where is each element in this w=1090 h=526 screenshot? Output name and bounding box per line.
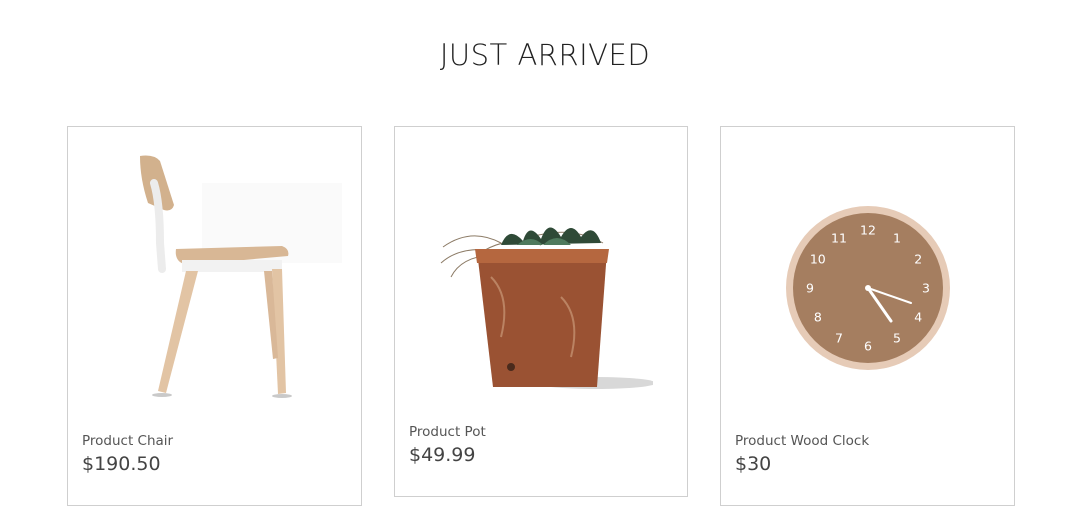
clock-numeral: 2 — [914, 252, 922, 267]
clock-numeral: 10 — [810, 252, 826, 267]
product-name[interactable]: Product Wood Clock — [735, 433, 869, 449]
product-name[interactable]: Product Pot — [409, 424, 486, 440]
clock-numeral: 5 — [893, 331, 901, 346]
product-card-wood-clock[interactable]: 12 1 2 3 4 5 6 7 8 9 10 11 Product Wood Clock $30 — [720, 126, 1015, 506]
section-title: JUST ARRIVED — [439, 38, 651, 72]
product-name[interactable]: Product Chair — [82, 433, 173, 449]
product-card-pot[interactable]: Product Pot $49.99 — [394, 126, 688, 497]
clock-numeral: 11 — [831, 230, 847, 245]
clock-numeral: 1 — [893, 230, 901, 245]
potted-plant-image[interactable] — [431, 207, 653, 397]
clock-numeral: 3 — [922, 281, 930, 296]
product-price: $49.99 — [409, 444, 476, 466]
product-price: $30 — [735, 453, 772, 475]
product-card-chair[interactable]: Product Chair $190.50 — [67, 126, 362, 506]
clock-numeral: 6 — [864, 339, 872, 354]
wood-clock-image[interactable]: 121234567891011 — [783, 203, 953, 373]
clock-numeral: 7 — [835, 331, 843, 346]
clock-numeral: 4 — [914, 310, 922, 325]
clock-numeral: 9 — [806, 281, 814, 296]
clock-numeral: 8 — [814, 310, 822, 325]
chair-image[interactable] — [82, 143, 348, 409]
product-price: $190.50 — [82, 453, 161, 475]
clock-numeral: 12 — [860, 223, 876, 238]
